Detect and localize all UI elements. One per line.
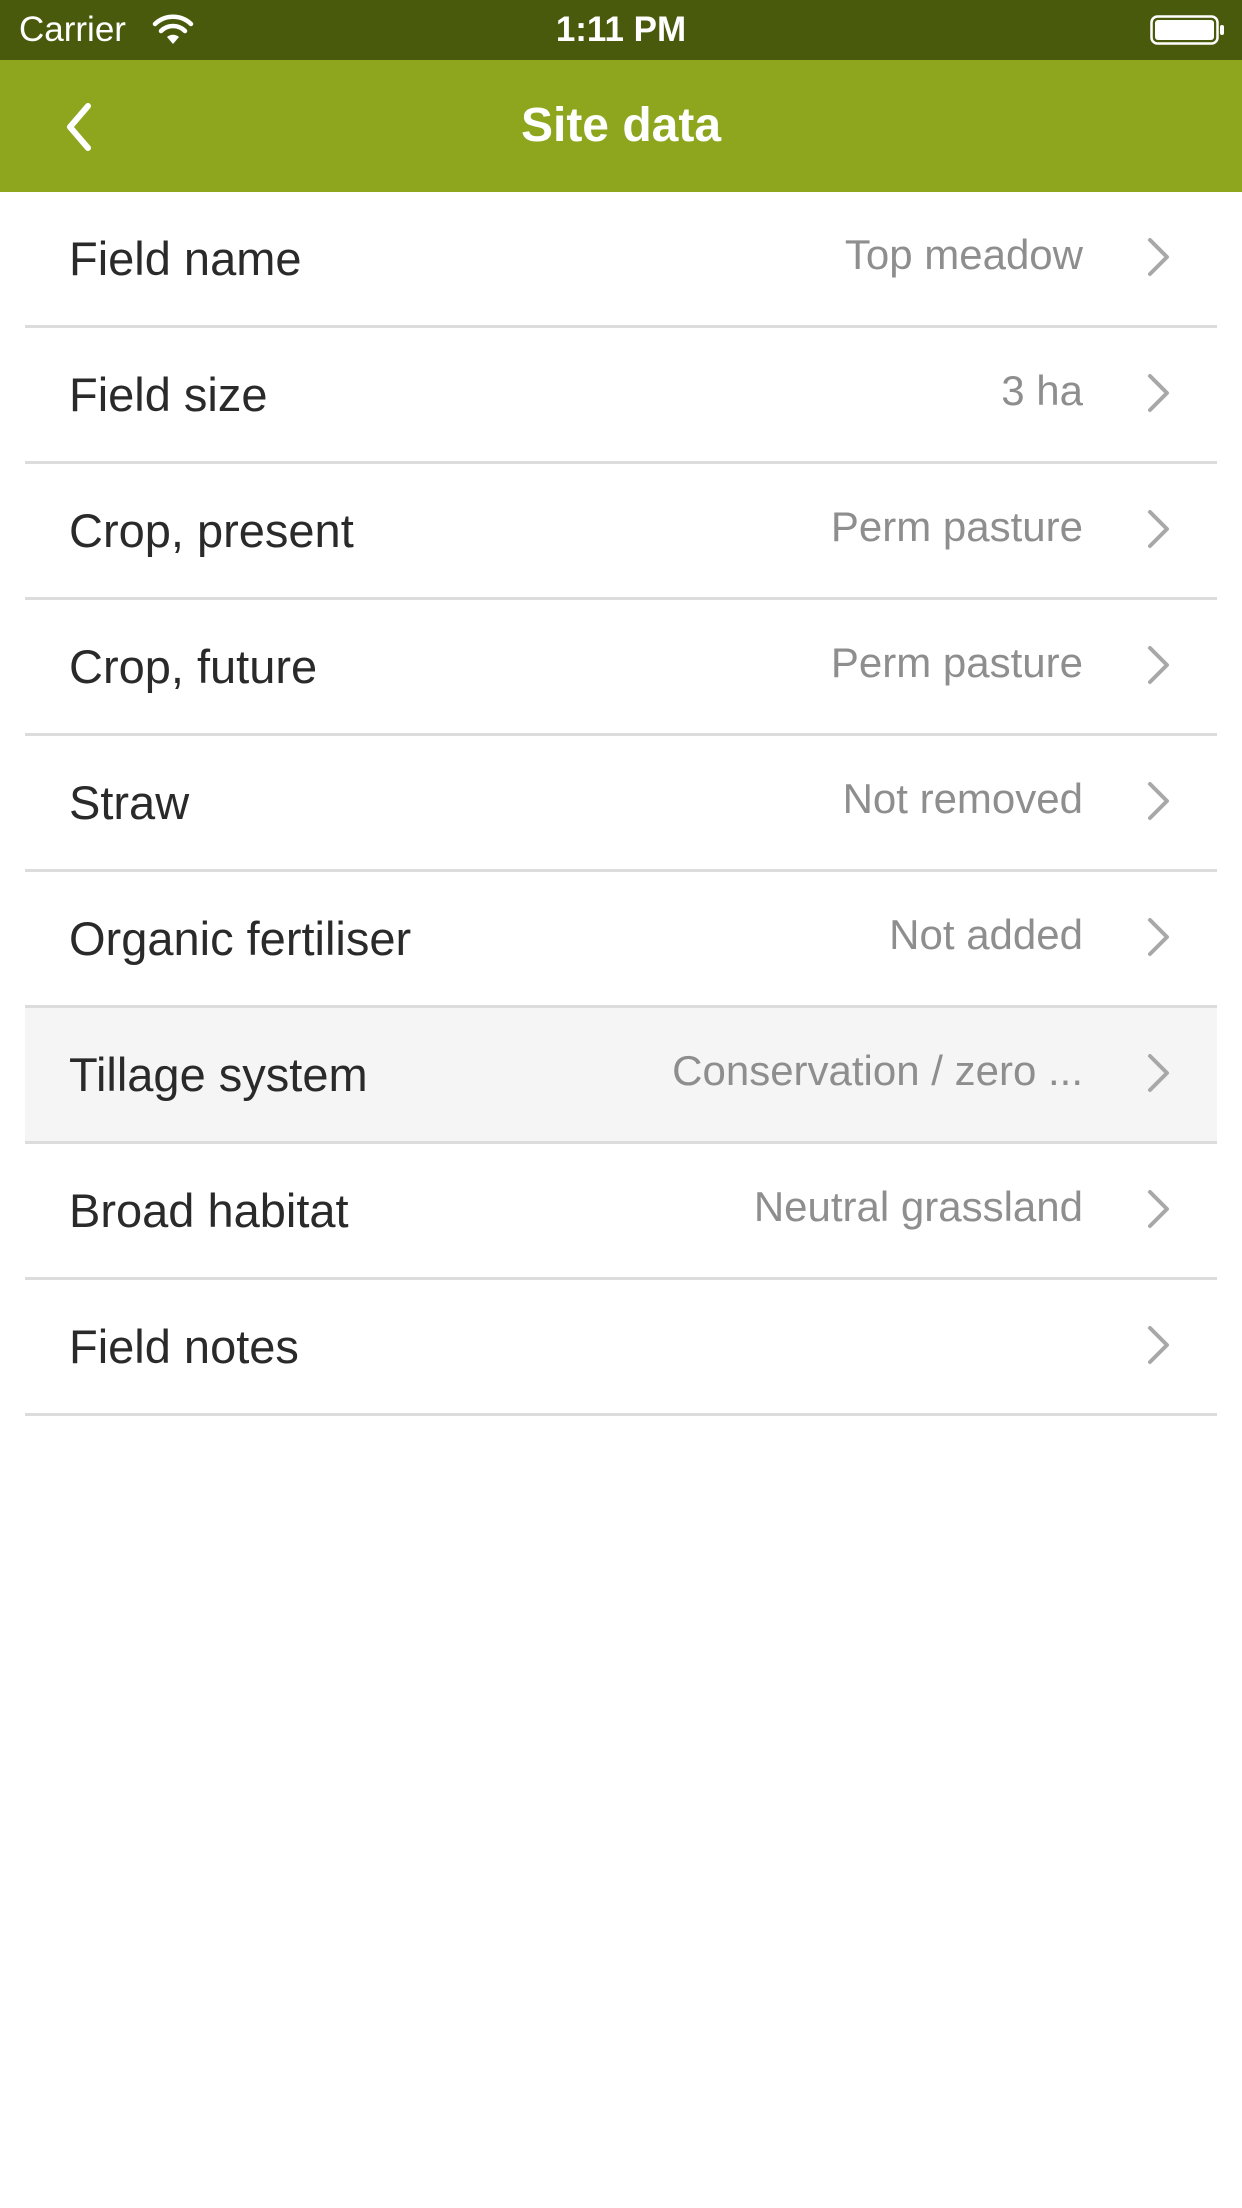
- row-value: Conservation / zero ...: [672, 1047, 1083, 1094]
- row-straw[interactable]: Straw Not removed: [25, 736, 1217, 872]
- row-value: Perm pasture: [830, 639, 1083, 686]
- chevron-right-icon: [1148, 238, 1169, 276]
- chevron-right-icon: [1148, 1054, 1169, 1092]
- row-tillage-system[interactable]: Tillage system Conservation / zero ...: [25, 1008, 1217, 1144]
- chevron-right-icon: [1148, 782, 1169, 820]
- row-label: Crop, future: [69, 640, 318, 693]
- chevron-right-icon: [1148, 1190, 1169, 1228]
- row-field-size[interactable]: Field size 3 ha: [25, 328, 1217, 464]
- row-value: Top meadow: [844, 231, 1083, 278]
- chevron-right-icon: [1148, 510, 1169, 548]
- row-label: Organic fertiliser: [69, 912, 412, 965]
- row-field-name[interactable]: Field name Top meadow: [25, 192, 1217, 328]
- site-data-list: Field name Top meadow Field size 3 ha Cr…: [25, 192, 1217, 1416]
- clock: 1:11 PM: [555, 10, 687, 49]
- page-title: Site data: [520, 99, 722, 152]
- row-organic-fertiliser[interactable]: Organic fertiliser Not added: [25, 872, 1217, 1008]
- chevron-right-icon: [1148, 374, 1169, 412]
- row-crop-present[interactable]: Crop, present Perm pasture: [25, 464, 1217, 600]
- row-value: Neutral grassland: [753, 1183, 1083, 1230]
- battery-icon: [1150, 15, 1224, 45]
- chevron-right-icon: [1148, 918, 1169, 956]
- chevron-right-icon: [1148, 646, 1169, 684]
- row-label: Crop, present: [69, 504, 354, 557]
- status-bar: Carrier 1:11 PM: [0, 0, 1242, 60]
- row-label: Field size: [69, 368, 268, 421]
- row-label: Straw: [69, 776, 190, 829]
- row-broad-habitat[interactable]: Broad habitat Neutral grassland: [25, 1144, 1217, 1280]
- row-crop-future[interactable]: Crop, future Perm pasture: [25, 600, 1217, 736]
- row-value: Perm pasture: [830, 503, 1083, 550]
- row-value: Not added: [889, 911, 1083, 958]
- row-field-notes[interactable]: Field notes: [25, 1280, 1217, 1416]
- chevron-right-icon: [1148, 1326, 1169, 1364]
- navigation-bar: Site data: [0, 60, 1242, 192]
- row-label: Field name: [69, 232, 302, 285]
- row-label: Field notes: [69, 1320, 299, 1373]
- row-label: Tillage system: [69, 1048, 368, 1101]
- row-label: Broad habitat: [69, 1184, 349, 1237]
- row-value: Not removed: [842, 775, 1083, 822]
- row-value: 3 ha: [1001, 367, 1083, 414]
